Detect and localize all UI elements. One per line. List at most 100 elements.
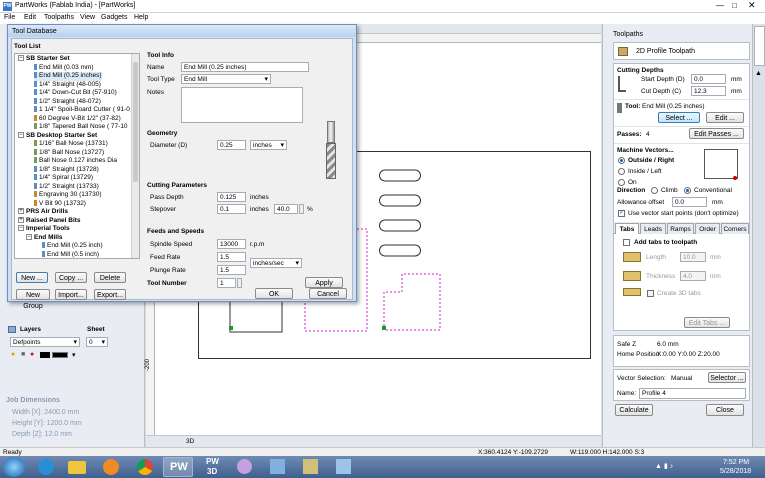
collapse-icon[interactable]: −	[18, 131, 24, 138]
lock-icon[interactable]: ■	[21, 351, 25, 358]
taskbar-app-icon-4[interactable]	[336, 459, 351, 474]
spindle-speed-input[interactable]: 13000	[217, 239, 246, 249]
taskbar-explorer-icon[interactable]	[68, 461, 86, 474]
taskbar-media-icon[interactable]	[103, 459, 119, 475]
outside-radio[interactable]	[618, 157, 625, 164]
taskbar-app-icon-2[interactable]	[270, 459, 285, 474]
side-tab-toolpaths[interactable]	[754, 26, 765, 66]
cancel-button[interactable]: Cancel	[309, 288, 347, 299]
export-button[interactable]: Export...	[94, 289, 126, 300]
tree-item[interactable]: End Mill (0.25 inch)	[42, 242, 103, 251]
tree-item[interactable]: 1/4" Spiral (13729)	[34, 174, 93, 183]
menu-view[interactable]: View	[80, 14, 95, 21]
tree-item[interactable]: 1/4" Down-Cut Bit (57-910)	[34, 89, 117, 98]
edit-tabs-button[interactable]: Edit Tabs ...	[684, 317, 730, 328]
collapse-icon[interactable]: −	[18, 55, 24, 62]
collapse-icon[interactable]: −	[26, 233, 32, 240]
color-swatch-icon[interactable]	[40, 352, 50, 358]
conventional-radio[interactable]	[684, 187, 691, 194]
toolpath-name-input[interactable]: Profile 4	[639, 388, 746, 399]
menu-file[interactable]: File	[4, 14, 15, 21]
tree-item[interactable]: End Mill (0.25 inches)	[34, 72, 102, 81]
tool-name-input[interactable]: End Mill (0.25 inches)	[181, 62, 309, 72]
pass-depth-input[interactable]: 0.125	[217, 192, 246, 202]
tab-order[interactable]: Order	[695, 223, 720, 234]
allowance-input[interactable]: 0.0	[672, 197, 707, 207]
lightbulb-icon[interactable]: ●	[11, 351, 15, 358]
selector-button[interactable]: Selector ...	[708, 372, 746, 383]
line-style-icon[interactable]	[52, 352, 68, 358]
tree-item[interactable]: − End Mills	[26, 234, 63, 243]
taskbar-ie-icon[interactable]	[38, 459, 54, 475]
tree-item[interactable]: − SB Starter Set	[18, 55, 70, 64]
copy-tool-button[interactable]: Copy ...	[55, 272, 87, 283]
tree-item[interactable]: End Mill (0.03 mm)	[34, 64, 94, 73]
clock-date[interactable]: 5/28/2018	[720, 468, 751, 475]
tree-item[interactable]: 1/2" Straight (48-072)	[34, 98, 101, 107]
on-radio[interactable]	[618, 179, 625, 186]
tree-item[interactable]: Ball Nose 0.127 inches Dia	[34, 157, 117, 166]
close-icon[interactable]: ✕	[748, 0, 756, 11]
edit-tool-button[interactable]: Edit ...	[706, 112, 744, 123]
rate-units-select[interactable]: inches/sec	[250, 258, 302, 268]
plunge-rate-input[interactable]: 1.5	[217, 265, 246, 275]
tree-item[interactable]: + Raised Panel Bits	[18, 217, 81, 226]
stepover-spin-icon[interactable]	[299, 204, 304, 214]
tree-item[interactable]: 1/2" Straight (13733)	[34, 183, 99, 192]
expand-icon[interactable]: +	[18, 216, 24, 223]
taskbar-partworks3d-button[interactable]: PW 3D	[198, 457, 228, 477]
stepover-percent-input[interactable]: 40.0	[274, 204, 298, 214]
taskbar-app-icon-3[interactable]	[303, 459, 318, 474]
tree-item[interactable]: 1/16" Ball Nose (13731)	[34, 140, 108, 149]
new-tool-button[interactable]: New ...	[16, 272, 48, 283]
climb-radio[interactable]	[651, 187, 658, 194]
taskbar-app-icon-1[interactable]	[237, 459, 252, 474]
tree-item[interactable]: 1/8" Tapered Ball Nose ( 77-10	[34, 123, 128, 132]
feed-rate-input[interactable]: 1.5	[217, 252, 246, 262]
layer-add-icon[interactable]: ▾	[72, 351, 76, 359]
diameter-input[interactable]: 0.25	[217, 140, 246, 150]
tool-tree[interactable]: − SB Starter Set End Mill (0.03 mm) End Mil…	[14, 53, 140, 259]
tree-item[interactable]: − Imperial Tools	[18, 225, 70, 234]
select-tool-button[interactable]: Select ...	[658, 112, 700, 123]
menu-toolpaths[interactable]: Toolpaths	[44, 14, 74, 21]
taskbar-partworks-button[interactable]: PW	[163, 457, 193, 477]
edit-passes-button[interactable]: Edit Passes ...	[689, 128, 744, 139]
tree-item[interactable]: 1/8" Ball Nose (13727)	[34, 149, 104, 158]
expand-icon[interactable]: +	[18, 208, 24, 215]
sheet-select[interactable]: 0	[86, 337, 108, 347]
tree-item[interactable]: − SB Desktop Starter Set	[18, 132, 97, 141]
menu-gadgets[interactable]: Gadgets	[101, 14, 127, 21]
close-button[interactable]: Close	[706, 404, 744, 416]
tab-3d[interactable]: 3D	[186, 438, 194, 445]
maximize-icon[interactable]: □	[732, 1, 737, 10]
tab-ramps[interactable]: Ramps	[667, 223, 694, 234]
tree-item[interactable]: + PRS Air Drills	[18, 208, 68, 217]
inside-radio[interactable]	[618, 168, 625, 175]
tree-item[interactable]: Engraving 30 (13730)	[34, 191, 102, 200]
clock-time[interactable]: 7:52 PM	[723, 459, 749, 466]
tab-leads[interactable]: Leads	[640, 223, 666, 234]
menu-help[interactable]: Help	[134, 14, 148, 21]
thickness-input[interactable]: 4.0	[680, 271, 706, 281]
tool-number-spin-icon[interactable]	[237, 278, 242, 288]
create-3d-checkbox[interactable]	[647, 290, 654, 297]
tool-number-input[interactable]: 1	[217, 278, 236, 288]
minimize-icon[interactable]: —	[716, 1, 724, 10]
menu-edit[interactable]: Edit	[24, 14, 36, 21]
length-input[interactable]: 10.0	[680, 252, 706, 262]
tree-item[interactable]: V Bit 90 (13732)	[34, 200, 86, 209]
record-icon[interactable]: ●	[30, 351, 34, 358]
start-button[interactable]	[3, 457, 25, 477]
ok-button[interactable]: OK	[255, 288, 293, 299]
tree-item[interactable]: 1/8" Straight (13728)	[34, 166, 99, 175]
tree-item[interactable]: 60 Degree V-Bit 1/2" (37-82)	[34, 115, 121, 124]
tree-item[interactable]: 1 1/4" Spoil-Board Cutter ( 91-0	[34, 106, 130, 115]
pin-icon[interactable]: ▲	[755, 70, 762, 77]
use-vector-start-checkbox[interactable]: ✓	[618, 209, 625, 217]
tree-item[interactable]: End Mill (0.5 inch)	[42, 251, 99, 259]
tray-icons[interactable]: ▲ ▮ ♪	[655, 462, 673, 470]
geometry-units-select[interactable]: inches	[250, 140, 287, 150]
apply-button[interactable]: Apply	[305, 277, 343, 288]
tree-scroll-thumb[interactable]	[133, 62, 138, 182]
